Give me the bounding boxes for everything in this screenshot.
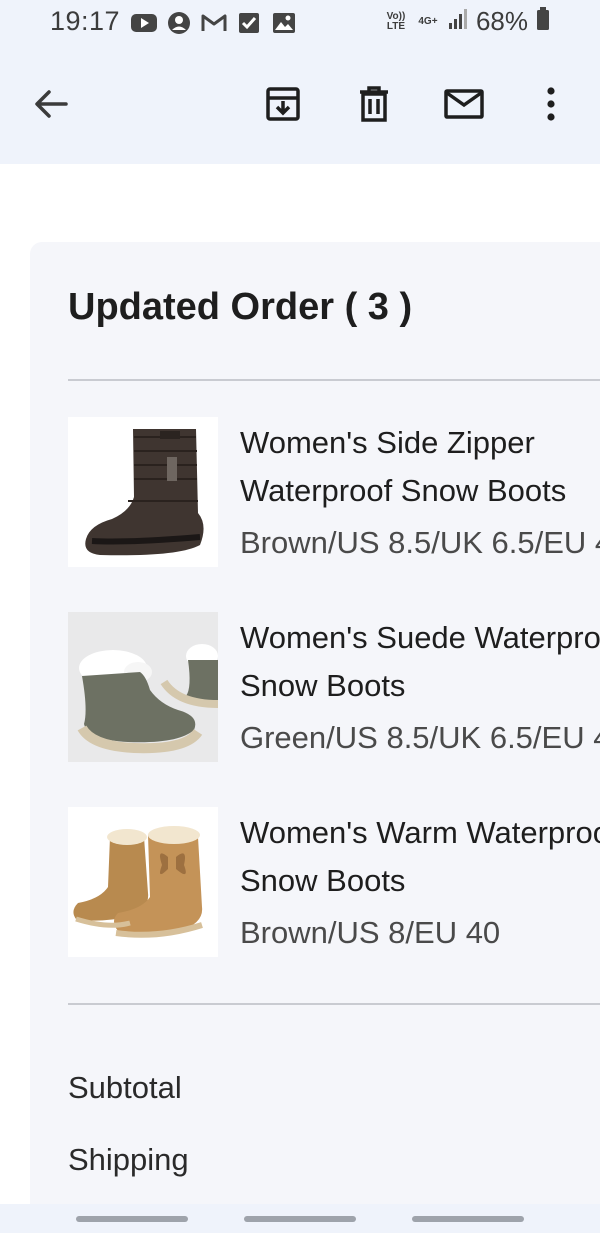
- battery-icon: [536, 7, 550, 36]
- order-item[interactable]: Women's Suede Waterproof Snow Boots Gree…: [68, 612, 600, 762]
- image-icon: [271, 10, 297, 36]
- product-image[interactable]: [68, 417, 218, 567]
- notification-icons: [131, 10, 297, 36]
- mark-unread-icon[interactable]: [440, 80, 488, 128]
- recent-apps-button[interactable]: [76, 1216, 188, 1222]
- divider: [68, 1003, 600, 1005]
- app-bar: [0, 48, 600, 164]
- back-arrow-icon[interactable]: [27, 80, 75, 128]
- gmail-icon: [201, 10, 227, 36]
- status-right: Vo)) LTE 4G+ 68%: [384, 6, 550, 37]
- product-variant: Green/US 8.5/UK 6.5/EU 40: [240, 720, 600, 755]
- order-title: Updated Order ( 3 ): [68, 286, 413, 328]
- youtube-icon: [131, 10, 157, 36]
- volte-indicator: Vo)) LTE: [386, 10, 406, 32]
- order-item[interactable]: Women's Warm Waterproof Snow Boots Brown…: [68, 807, 600, 957]
- account-icon: [166, 10, 192, 36]
- more-icon[interactable]: [527, 80, 575, 128]
- order-item[interactable]: Women's Side Zipper Waterproof Snow Boot…: [68, 417, 600, 567]
- battery-percent: 68%: [475, 6, 528, 36]
- product-name[interactable]: Women's Side Zipper Waterproof Snow Boot…: [240, 419, 600, 515]
- product-variant: Brown/US 8/EU 40: [240, 915, 501, 950]
- product-name[interactable]: Women's Warm Waterproof Snow Boots: [240, 809, 600, 905]
- check-box-icon: [236, 10, 262, 36]
- product-name[interactable]: Women's Suede Waterproof Snow Boots: [240, 614, 600, 710]
- back-button[interactable]: [412, 1216, 524, 1222]
- home-button[interactable]: [244, 1216, 356, 1222]
- signal-icon: [448, 8, 468, 35]
- shipping-label: Shipping: [68, 1142, 189, 1177]
- subtotal-label: Subtotal: [68, 1070, 182, 1105]
- archive-icon[interactable]: [259, 80, 307, 128]
- product-variant: Brown/US 8.5/UK 6.5/EU 40: [240, 525, 600, 560]
- status-bar: 19:17 Vo)) LTE 4G+ 68%: [0, 0, 600, 48]
- status-time: 19:17: [50, 6, 121, 36]
- order-card: Updated Order ( 3 ) Women's Side Zipper …: [30, 242, 600, 1204]
- delete-icon[interactable]: [350, 80, 398, 128]
- navigation-bar: [0, 1204, 600, 1233]
- product-image[interactable]: [68, 807, 218, 957]
- email-body[interactable]: Updated Order ( 3 ) Women's Side Zipper …: [0, 164, 600, 1204]
- divider: [68, 379, 600, 381]
- network-type: 4G+: [418, 15, 438, 27]
- product-image[interactable]: [68, 612, 218, 762]
